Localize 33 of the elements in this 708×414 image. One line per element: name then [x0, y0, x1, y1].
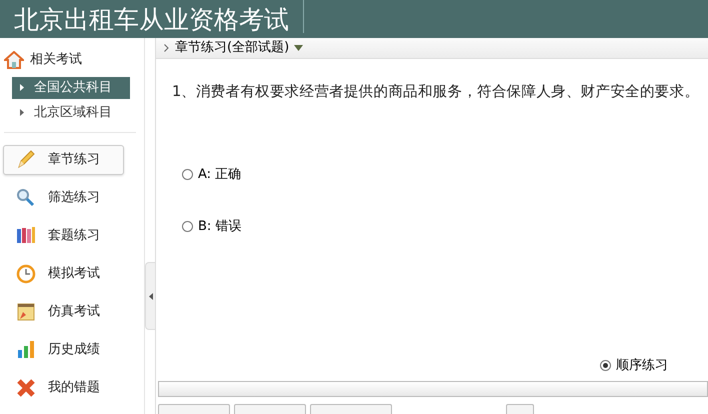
notepad-icon	[16, 302, 36, 322]
menu-item[interactable]: 筛选练习	[3, 182, 124, 212]
toolbar-button[interactable]	[310, 404, 392, 414]
menu-item[interactable]: 我的错题	[3, 372, 124, 402]
subject-item[interactable]: 北京区域科目	[12, 102, 130, 124]
menu-item[interactable]: 模拟考试	[3, 258, 124, 288]
dropdown-caret-icon	[294, 45, 304, 52]
books-icon	[16, 226, 36, 246]
clock-icon	[16, 264, 36, 284]
search-icon	[16, 188, 36, 208]
pencil-icon	[16, 150, 36, 170]
question-text: 1、消费者有权要求经营者提供的商品和服务，符合保障人身、财产安全的要求。	[171, 82, 700, 102]
menu-item[interactable]: 仿真考试	[3, 296, 124, 326]
house-icon	[4, 50, 24, 69]
section-title: 相关考试	[30, 51, 82, 69]
caret-icon	[20, 109, 24, 116]
menu-item[interactable]: 历史成绩	[3, 334, 124, 364]
page-field[interactable]	[506, 404, 534, 414]
toolbar-button[interactable]	[158, 404, 230, 414]
toolbar-button[interactable]	[234, 404, 306, 414]
caret-icon	[20, 84, 24, 91]
collapse-icon	[148, 292, 152, 300]
app-title: 北京出租车从业资格考试	[0, 0, 304, 33]
mode-radio[interactable]: 顺序练习	[600, 356, 668, 376]
collapse-handle[interactable]	[145, 262, 155, 330]
menu-item[interactable]: 套题练习	[3, 220, 124, 250]
subject-item[interactable]: 全国公共科目	[12, 76, 130, 98]
cross-icon	[16, 378, 36, 398]
menu-item[interactable]: 章节练习	[3, 144, 124, 174]
answer-option[interactable]: A: 正确	[182, 165, 242, 185]
answer-option[interactable]: B: 错误	[182, 216, 242, 236]
bar-chart-icon	[16, 340, 36, 360]
chevron-icon	[164, 44, 169, 52]
